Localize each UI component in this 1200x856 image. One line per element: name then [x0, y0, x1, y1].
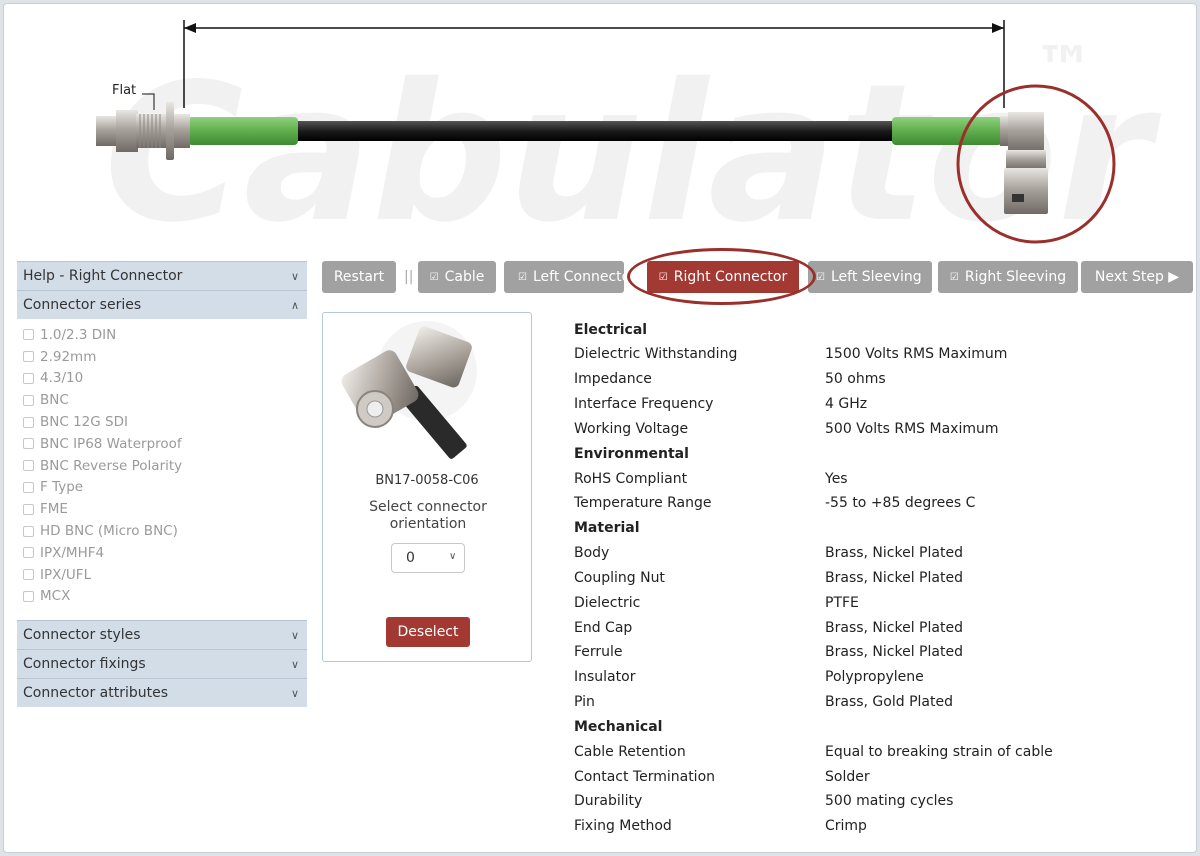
spec-group-title: Mechanical [574, 718, 663, 735]
checkbox[interactable] [23, 481, 34, 493]
step-cable-button[interactable]: ☑ Cable [418, 261, 496, 293]
series-option[interactable]: BNC Reverse Polarity [23, 455, 307, 477]
series-option[interactable]: F Type [23, 477, 307, 499]
series-option[interactable]: 1.0/2.3 DIN [23, 324, 307, 346]
spec-group-title: Material [574, 520, 640, 537]
connector-fixings-accordion[interactable]: Connector fixings ∨ [17, 649, 307, 679]
spec-row: Body Brass, Nickel Plated [574, 545, 963, 562]
help-accordion[interactable]: Help - Right Connector ∨ [17, 261, 307, 290]
connector-card: BN17-0058-C06 Select connector orientati… [322, 312, 532, 662]
checkbox[interactable] [23, 525, 34, 537]
chevron-down-icon: ∨ [290, 628, 299, 642]
left-boot [188, 117, 298, 145]
spec-row: Pin Brass, Gold Plated [574, 693, 953, 710]
spec-row: Dielectric PTFE [574, 594, 859, 611]
next-step-button[interactable]: Next Step ▶ [1081, 261, 1193, 293]
spec-group-title: Environmental [574, 445, 689, 462]
spec-row: Contact Termination Solder [574, 768, 870, 785]
watermark-tm: ™ [1034, 34, 1094, 104]
series-option[interactable]: IPX/MHF4 [23, 542, 307, 564]
chevron-down-icon: ∨ [290, 686, 299, 700]
cable-jacket [296, 121, 894, 141]
checkbox-checked-icon: ☑ [816, 271, 825, 283]
checkbox-checked-icon: ☑ [429, 271, 439, 283]
connector-styles-accordion[interactable]: Connector styles ∨ [17, 620, 307, 650]
left-arrowhead [184, 23, 196, 33]
series-option[interactable]: IPX/UFL [23, 564, 307, 586]
connector-series-accordion[interactable]: Connector series ∧ [17, 290, 307, 319]
orientation-select[interactable]: 0 [391, 543, 465, 573]
part-number: BN17-0058-C06 [375, 473, 479, 488]
checkbox[interactable] [23, 547, 34, 559]
spec-row: Temperature Range -55 to +85 degrees C [574, 495, 976, 512]
separator: || [404, 269, 414, 285]
step-left-sleeving-button[interactable]: ☑ Left Sleeving [808, 261, 932, 293]
spec-row: Fixing Method Crimp [574, 818, 867, 835]
checkbox[interactable] [23, 416, 34, 428]
checkbox[interactable] [23, 503, 34, 515]
series-option[interactable]: BNC IP68 Waterproof [23, 433, 307, 455]
checkbox[interactable] [23, 569, 34, 581]
deselect-button[interactable]: Deselect [386, 617, 470, 647]
checkbox[interactable] [23, 329, 34, 341]
checkbox[interactable] [23, 438, 34, 450]
spec-row: RoHS Compliant Yes [574, 470, 848, 487]
spec-row: Dielectric Withstanding 1500 Volts RMS Ma… [574, 346, 1008, 363]
connector-fixings-label: Connector fixings [23, 656, 146, 673]
spec-row: Coupling Nut Brass, Nickel Plated [574, 569, 963, 586]
right-boot [892, 117, 1002, 145]
spec-row: Ferrule Brass, Nickel Plated [574, 644, 963, 661]
step-right-sleeving-button[interactable]: ☑ Right Sleeving [938, 261, 1078, 293]
spec-row: Impedance 50 ohms [574, 371, 886, 388]
series-option[interactable]: 2.92mm [23, 346, 307, 368]
page: Cabulator ™ Flat Help - Right Connector … [3, 3, 1197, 853]
checkbox[interactable] [23, 590, 34, 602]
spec-row: Working Voltage 500 Volts RMS Maximum [574, 420, 999, 437]
spec-row: End Cap Brass, Nickel Plated [574, 619, 963, 636]
sidebar: Help - Right Connector ∨ Connector serie… [17, 261, 307, 708]
series-option[interactable]: 4.3/10 [23, 368, 307, 390]
spec-group-title: Electrical [574, 321, 648, 338]
series-option[interactable]: MCX [23, 586, 307, 608]
chevron-down-icon: ∨ [290, 269, 299, 283]
connector-image [341, 321, 477, 459]
checkbox[interactable] [23, 372, 34, 384]
right-connector [1000, 112, 1048, 214]
checkbox[interactable] [23, 394, 34, 406]
chevron-up-icon: ∧ [290, 298, 299, 312]
connector-attributes-label: Connector attributes [23, 685, 169, 702]
checkbox[interactable] [23, 460, 34, 472]
series-option[interactable]: HD BNC (Micro BNC) [23, 520, 307, 542]
spec-row: Cable Retention Equal to breaking strain … [574, 743, 1053, 760]
connector-styles-label: Connector styles [23, 627, 141, 644]
spec-row: Durability 500 mating cycles [574, 793, 954, 810]
spec-row: Interface Frequency 4 GHz [574, 395, 868, 412]
checkbox[interactable] [23, 351, 34, 363]
restart-button[interactable]: Restart [322, 261, 396, 293]
checkbox-checked-icon: ☑ [658, 271, 668, 283]
specifications: Electrical Dielectric Withstanding 1500 V… [574, 317, 1174, 839]
watermark: Cabulator [104, 43, 1162, 254]
series-option[interactable]: BNC [23, 389, 307, 411]
cable-diagram: Cabulator ™ [96, 20, 1162, 254]
connector-attributes-accordion[interactable]: Connector attributes ∨ [17, 678, 307, 708]
spec-row: Insulator Polypropylene [574, 669, 924, 686]
flat-label: Flat [112, 83, 137, 98]
orientation-label: Select connector orientation [369, 499, 487, 532]
cable-preview: Cabulator ™ Flat [4, 4, 1196, 254]
help-accordion-label: Help - Right Connector [23, 268, 183, 284]
step-right-connector-button[interactable]: ☑ Right Connector [647, 261, 799, 293]
checkbox-checked-icon: ☑ [518, 271, 527, 283]
chevron-down-icon: ∨ [290, 657, 299, 671]
checkbox-checked-icon: ☑ [949, 271, 959, 283]
connector-series-list: 1.0/2.3 DIN 2.92mm 4.3/10 BNC BNC 12G SD… [17, 319, 307, 620]
connector-series-label: Connector series [23, 297, 142, 313]
step-left-connector-button[interactable]: ☑ Left Connecto [504, 261, 624, 293]
series-option[interactable]: BNC 12G SDI [23, 411, 307, 433]
series-option[interactable]: FME [23, 498, 307, 520]
right-arrowhead [992, 23, 1004, 33]
